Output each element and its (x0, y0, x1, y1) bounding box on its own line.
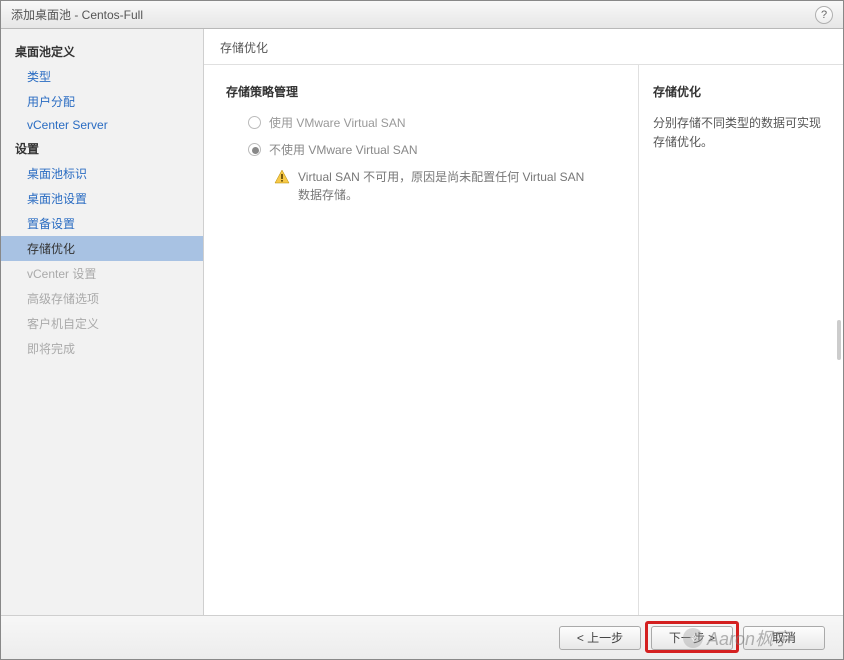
sidebar-item-ready-complete: 即将完成 (1, 336, 203, 361)
wizard-sidebar: 桌面池定义 类型 用户分配 vCenter Server 设置 桌面池标识 桌面… (1, 29, 204, 615)
help-icon[interactable]: ? (815, 6, 833, 24)
radio-label-no-vsan: 不使用 VMware Virtual SAN (269, 141, 417, 158)
sidebar-heading-settings: 设置 (1, 136, 203, 161)
sidebar-item-advanced-storage: 高级存储选项 (1, 286, 203, 311)
warning-icon (274, 169, 290, 185)
radio-no-vsan[interactable]: 不使用 VMware Virtual SAN (248, 141, 616, 158)
radio-icon (248, 143, 261, 156)
info-description: 分别存储不同类型的数据可实现存储优化。 (653, 114, 829, 152)
titlebar: 添加桌面池 - Centos-Full ? (1, 1, 843, 29)
main-columns: 存储策略管理 使用 VMware Virtual SAN 不使用 VMware … (204, 65, 843, 615)
sidebar-item-type[interactable]: 类型 (1, 64, 203, 89)
center-panel: 存储策略管理 使用 VMware Virtual SAN 不使用 VMware … (204, 65, 638, 615)
vsan-warning: Virtual SAN 不可用，原因是尚未配置任何 Virtual SAN 数据… (274, 168, 616, 204)
radio-label-use-vsan: 使用 VMware Virtual SAN (269, 114, 405, 131)
body-area: 桌面池定义 类型 用户分配 vCenter Server 设置 桌面池标识 桌面… (1, 29, 843, 615)
storage-policy-heading: 存储策略管理 (226, 83, 616, 100)
sidebar-item-storage-optimization[interactable]: 存储优化 (1, 236, 203, 261)
cancel-button[interactable]: 取消 (743, 626, 825, 650)
dialog-title: 添加桌面池 - Centos-Full (11, 6, 815, 23)
sidebar-item-vcenter-settings: vCenter 设置 (1, 261, 203, 286)
footer: < 上一步 下一步 > 取消 (1, 615, 843, 659)
info-heading: 存储优化 (653, 83, 829, 100)
radio-use-vsan[interactable]: 使用 VMware Virtual SAN (248, 114, 616, 131)
warning-text: Virtual SAN 不可用，原因是尚未配置任何 Virtual SAN 数据… (298, 168, 588, 204)
radio-icon (248, 116, 261, 129)
prev-button[interactable]: < 上一步 (559, 626, 641, 650)
sidebar-item-guest-customization: 客户机自定义 (1, 311, 203, 336)
scroll-indicator[interactable] (837, 320, 841, 360)
sidebar-item-pool-settings[interactable]: 桌面池设置 (1, 186, 203, 211)
sidebar-item-user-assignment[interactable]: 用户分配 (1, 89, 203, 114)
sidebar-heading-definition: 桌面池定义 (1, 39, 203, 64)
sidebar-item-pool-id[interactable]: 桌面池标识 (1, 161, 203, 186)
sidebar-item-provisioning[interactable]: 置备设置 (1, 211, 203, 236)
next-button[interactable]: 下一步 > (651, 626, 733, 650)
wizard-dialog: 添加桌面池 - Centos-Full ? 桌面池定义 类型 用户分配 vCen… (0, 0, 844, 660)
page-title: 存储优化 (204, 29, 843, 65)
sidebar-item-vcenter-server[interactable]: vCenter Server (1, 114, 203, 136)
info-panel: 存储优化 分别存储不同类型的数据可实现存储优化。 (638, 65, 843, 615)
main-panel: 存储优化 存储策略管理 使用 VMware Virtual SAN 不使用 VM… (204, 29, 843, 615)
